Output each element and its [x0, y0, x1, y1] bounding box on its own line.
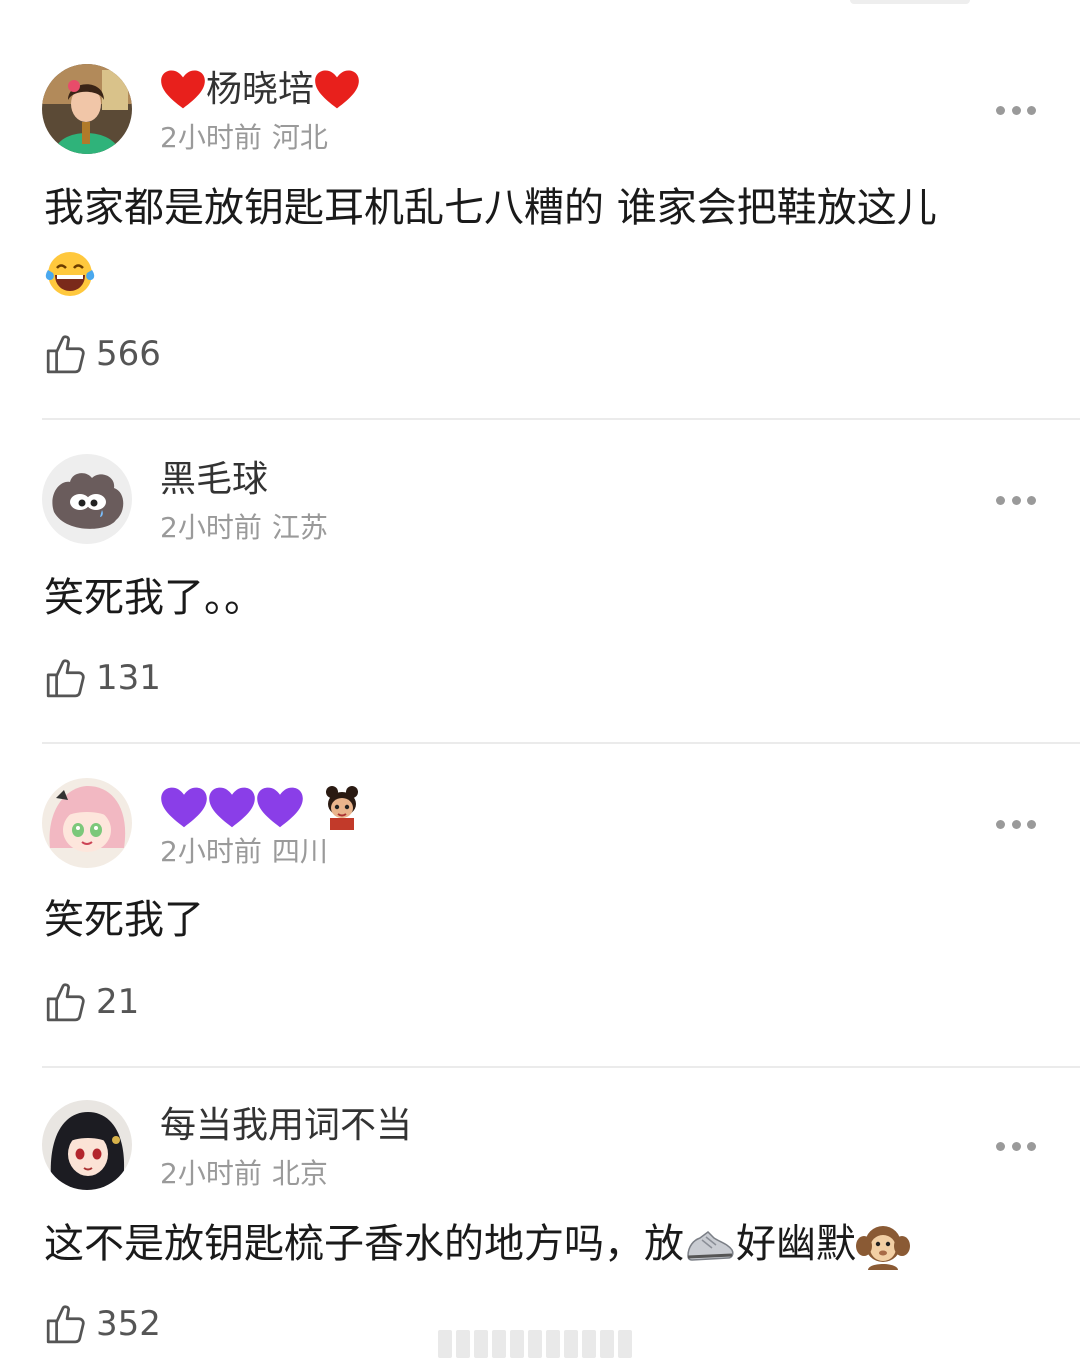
thumbs-up-icon [44, 981, 86, 1023]
user-name[interactable] [160, 784, 366, 832]
red-heart-icon [160, 69, 206, 111]
purple-heart-icon [256, 786, 304, 830]
comment-location: 北京 [271, 1157, 328, 1190]
comment-meta: 2小时前 四川 [160, 834, 328, 870]
avatar[interactable] [42, 64, 132, 154]
like-count: 566 [96, 334, 161, 374]
like-button[interactable]: 352 [44, 1300, 161, 1348]
like-button[interactable]: 566 [44, 330, 161, 378]
watermark [438, 1330, 644, 1360]
user-name-text: 黑毛球 [160, 459, 269, 500]
avatar[interactable] [42, 1100, 132, 1190]
avatar[interactable] [42, 778, 132, 868]
user-name[interactable]: 杨晓培 [160, 66, 360, 114]
comment-time: 2小时前 [160, 835, 262, 868]
thumbs-up-icon [44, 657, 86, 699]
top-edge-bar [850, 0, 970, 4]
comment-text-part1: 这不是放钥匙梳子香水的地方吗，放 [44, 1221, 684, 1267]
comment-time: 2小时前 [160, 121, 262, 154]
more-icon[interactable] [996, 1136, 1036, 1156]
more-icon[interactable] [996, 814, 1036, 834]
divider [42, 742, 1080, 744]
comment-location: 河北 [271, 121, 328, 154]
comment-text-part2: 好幽默 [736, 1221, 856, 1267]
comment-text-content: 我家都是放钥匙耳机乱七八糟的 谁家会把鞋放这儿 [44, 185, 937, 231]
comment-meta: 2小时前 河北 [160, 120, 328, 156]
comment-location: 四川 [271, 835, 328, 868]
like-count: 352 [96, 1304, 161, 1344]
like-button[interactable]: 21 [44, 978, 139, 1026]
like-count: 131 [96, 658, 161, 698]
like-button[interactable]: 131 [44, 654, 161, 702]
hear-no-evil-monkey-emoji [856, 1226, 910, 1270]
cartoon-character-icon [326, 786, 358, 830]
more-icon[interactable] [996, 490, 1036, 510]
purple-heart-icon [208, 786, 256, 830]
comment-text: 我家都是放钥匙耳机乱七八糟的 谁家会把鞋放这儿 [44, 176, 1040, 304]
thumbs-up-icon [44, 1303, 86, 1345]
red-heart-icon [314, 69, 360, 111]
comment-time: 2小时前 [160, 1157, 262, 1190]
sneaker-emoji [687, 1231, 734, 1261]
user-name-text: 杨晓培 [206, 69, 315, 110]
more-icon[interactable] [996, 100, 1036, 120]
avatar[interactable] [42, 454, 132, 544]
divider [42, 1066, 1080, 1068]
tears-of-joy-emoji [45, 252, 95, 296]
user-name[interactable]: 黑毛球 [160, 456, 268, 504]
comment-meta: 2小时前 北京 [160, 1156, 328, 1192]
comment-text: 笑死我了。。 [44, 575, 264, 621]
purple-heart-icon [160, 786, 208, 830]
comment-time: 2小时前 [160, 511, 262, 544]
comment-location: 江苏 [271, 511, 328, 544]
divider [42, 418, 1080, 420]
user-name[interactable]: 每当我用词不当 [160, 1102, 412, 1150]
comment-text: 笑死我了 [44, 897, 204, 943]
comment-text: 这不是放钥匙梳子香水的地方吗，放 好幽默 [44, 1212, 1040, 1276]
thumbs-up-icon [44, 333, 86, 375]
comment-meta: 2小时前 江苏 [160, 510, 328, 546]
like-count: 21 [96, 982, 140, 1022]
user-name-text: 每当我用词不当 [160, 1105, 413, 1146]
